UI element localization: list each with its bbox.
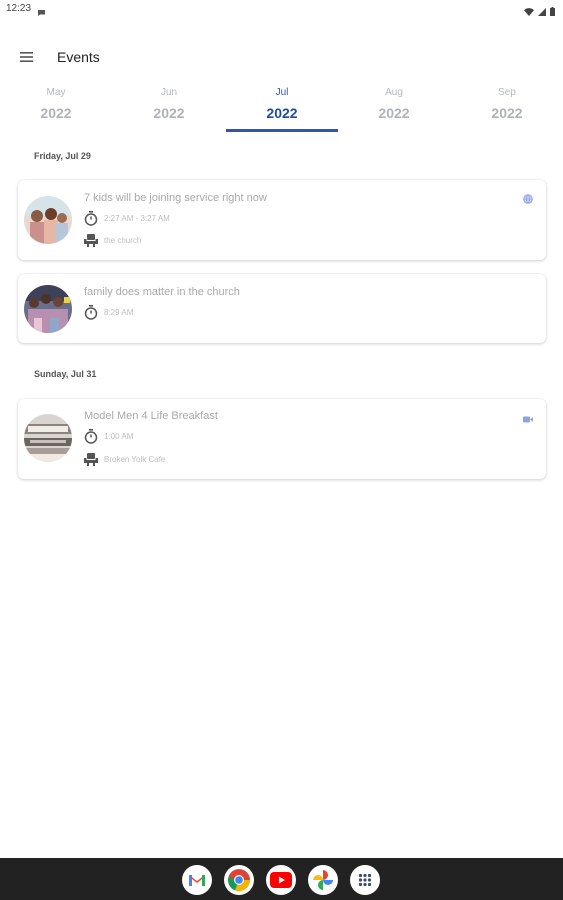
photos-icon[interactable] [308, 865, 338, 895]
tab-year-label: 2022 [153, 105, 185, 121]
tab-jun-2022[interactable]: Jun 2022 [113, 86, 225, 134]
event-location-row: the church [84, 234, 141, 247]
event-thumbnail [24, 414, 72, 462]
tab-year-label: 2022 [491, 105, 523, 121]
chrome-icon[interactable] [224, 865, 254, 895]
stopwatch-icon [84, 305, 98, 320]
status-bar: 12:23 [0, 0, 563, 18]
event-time: 2:27 AM - 3:27 AM [104, 214, 170, 223]
active-tab-indicator [226, 129, 338, 132]
hamburger-menu-icon [19, 52, 33, 62]
month-tabs: May 2022 Jun 2022 Jul 2022 Aug 2022 Sep … [0, 86, 563, 134]
tab-may-2022[interactable]: May 2022 [0, 86, 112, 134]
event-thumbnail [24, 285, 72, 333]
tab-month-label: Sep [498, 87, 516, 98]
event-title: family does matter in the church [84, 286, 240, 298]
tab-month-label: Jun [160, 87, 178, 98]
tab-month-label: Jul [275, 87, 289, 98]
seat-icon [84, 453, 98, 466]
stopwatch-icon [84, 211, 98, 226]
menu-button[interactable] [14, 46, 38, 68]
day-header: Friday, Jul 29 [34, 151, 91, 161]
event-title: Model Men 4 Life Breakfast [84, 410, 218, 422]
status-time: 12:23 [6, 3, 32, 14]
navigation-dock [0, 858, 563, 900]
wifi-icon [524, 3, 534, 21]
event-thumbnail [24, 196, 72, 244]
tab-year-label: 2022 [266, 105, 298, 121]
page-title: Events [57, 49, 100, 65]
battery-icon [550, 3, 555, 21]
event-time: 1:00 AM [104, 432, 134, 441]
event-location: Broken Yolk Cafe [104, 455, 166, 464]
video-icon [523, 410, 533, 428]
event-time-row: 2:27 AM - 3:27 AM [84, 211, 170, 226]
signal-icon [538, 3, 546, 21]
gmail-icon[interactable] [182, 865, 212, 895]
stopwatch-icon [84, 429, 98, 444]
globe-icon [523, 191, 533, 209]
tab-aug-2022[interactable]: Aug 2022 [338, 86, 450, 134]
tab-year-label: 2022 [378, 105, 410, 121]
seat-icon [84, 234, 98, 247]
youtube-icon[interactable] [266, 865, 296, 895]
app-drawer-icon[interactable] [350, 865, 380, 895]
tab-month-label: Aug [385, 87, 403, 98]
event-time-row: 8:29 AM [84, 305, 133, 320]
tab-month-label: May [46, 87, 66, 98]
event-time-row: 1:00 AM [84, 429, 133, 444]
event-card[interactable]: Model Men 4 Life Breakfast 1:00 AM Broke… [18, 399, 546, 479]
message-notification-icon [37, 4, 46, 22]
day-header: Sunday, Jul 31 [34, 369, 97, 379]
app-bar: Events [0, 40, 563, 74]
event-location: the church [104, 236, 142, 245]
event-location-row: Broken Yolk Cafe [84, 453, 165, 466]
tab-jul-2022[interactable]: Jul 2022 [226, 86, 338, 134]
event-time: 8:29 AM [104, 308, 134, 317]
event-card[interactable]: 7 kids will be joining service right now… [18, 180, 546, 260]
event-title: 7 kids will be joining service right now [84, 192, 267, 204]
tab-year-label: 2022 [40, 105, 72, 121]
tab-sep-2022[interactable]: Sep 2022 [451, 86, 563, 134]
event-card[interactable]: family does matter in the church 8:29 AM [18, 274, 546, 343]
